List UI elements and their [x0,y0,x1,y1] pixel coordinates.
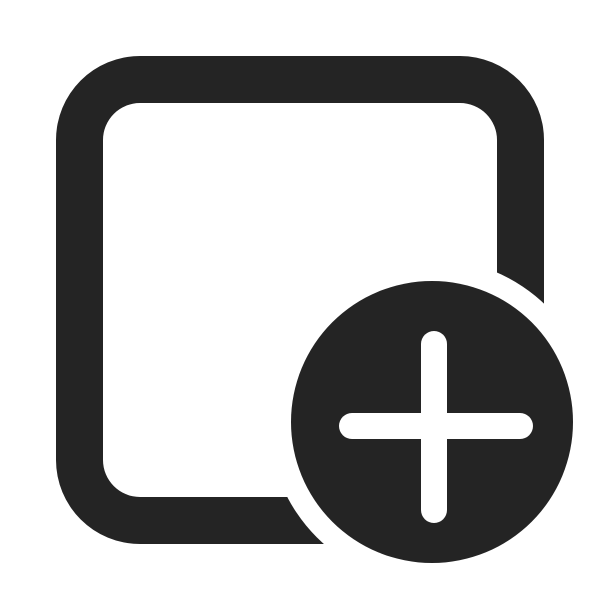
square-add-icon [56,56,573,563]
icon-canvas [0,0,600,600]
